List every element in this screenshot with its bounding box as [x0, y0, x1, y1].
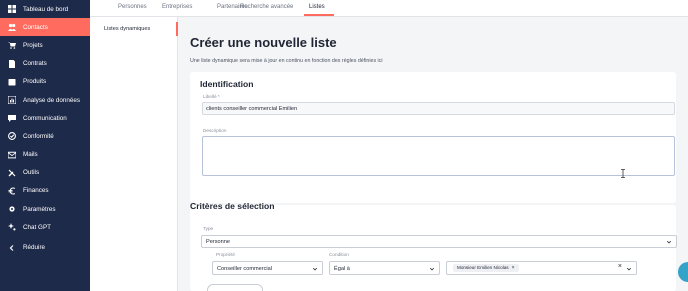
- page-title: Créer une nouvelle liste: [190, 35, 337, 50]
- sidebar-item-parametres[interactable]: Paramètres: [0, 200, 90, 218]
- condition-select-value: Égal à: [334, 265, 350, 272]
- condition-field-label: Condition: [329, 252, 349, 257]
- text-cursor-icon: [621, 169, 625, 178]
- sidebar-item-produits[interactable]: Produits: [0, 73, 90, 91]
- label-input[interactable]: clients conseiller commercial Emilien: [202, 102, 675, 115]
- tab-listes[interactable]: Listes: [309, 4, 325, 10]
- condition-select[interactable]: Égal à: [329, 261, 440, 275]
- value-chip: Monsieur Emilien Nicolas ×: [453, 264, 519, 272]
- identification-card: Identification Libellé * clients conseil…: [190, 72, 676, 203]
- property-field-label: Propriété: [216, 252, 236, 257]
- description-field-label: Description: [203, 128, 227, 133]
- chart-icon: [8, 96, 16, 105]
- tools-icon: [8, 169, 16, 177]
- value-chip-label: Monsieur Emilien Nicolas: [457, 265, 509, 270]
- chevron-down-icon: [626, 266, 632, 272]
- sidebar-item-conformite[interactable]: Conformité: [0, 127, 90, 145]
- sidebar-item-projets[interactable]: Projets: [0, 36, 90, 54]
- dashboard-icon: [8, 5, 16, 14]
- clear-icon[interactable]: ×: [618, 263, 622, 270]
- type-field-label: Type: [203, 226, 214, 231]
- type-select[interactable]: Personne: [201, 235, 677, 248]
- sparkle-icon: [8, 223, 16, 231]
- type-select-value: Personne: [206, 239, 230, 245]
- sidebar-item-label: Analyse de données: [23, 96, 81, 104]
- top-tabs: Personnes Entreprises Partenaires Recher…: [90, 0, 688, 17]
- sidebar-item-contrats[interactable]: Contrats: [0, 55, 90, 73]
- sidebar-item-label: Conformité: [23, 132, 54, 140]
- subnav-item-listes-dynamiques[interactable]: Listes dynamiques: [96, 22, 178, 36]
- chevron-down-icon: [312, 266, 318, 272]
- mail-icon: [8, 151, 16, 159]
- sidebar-item-contacts[interactable]: Contacts: [0, 18, 90, 37]
- sidebar-item-label: Paramètres: [23, 205, 56, 213]
- euro-icon: [8, 187, 16, 195]
- sidebar-item-finances[interactable]: Finances: [0, 182, 90, 200]
- sidebar-item-analyse-de-donnees[interactable]: Analyse de données: [0, 91, 90, 109]
- sidebar-item-label: Chat GPT: [23, 223, 51, 231]
- sidebar-item-outils[interactable]: Outils: [0, 164, 90, 182]
- gear-icon: [8, 205, 16, 213]
- label-field-label: Libellé *: [203, 94, 220, 99]
- sidebar-item-label: Projets: [23, 41, 43, 49]
- value-multiselect[interactable]: Monsieur Emilien Nicolas × ×: [446, 261, 637, 275]
- sidebar-item-communication[interactable]: Communication: [0, 109, 90, 127]
- tab-entreprises[interactable]: Entreprises: [162, 4, 192, 10]
- sidebar: Tableau de bord Contacts Projets Contrats Pr…: [0, 0, 90, 291]
- page-subtitle: Une liste dynamique sera mise à jour en …: [190, 58, 383, 64]
- sidebar-item-label: Finances: [23, 187, 49, 195]
- chevron-left-icon: [8, 244, 16, 252]
- sidebar-item-label: Tableau de bord: [23, 5, 69, 13]
- sidebar-item-tableau-de-bord[interactable]: Tableau de bord: [0, 0, 90, 18]
- sub-navigation: Listes dynamiques: [90, 17, 178, 291]
- package-icon: [8, 78, 16, 86]
- property-select[interactable]: Conseiller commercial: [212, 261, 323, 275]
- tab-personnes[interactable]: Personnes: [118, 4, 147, 10]
- sidebar-item-label: Communication: [23, 114, 67, 122]
- contacts-icon: [8, 23, 16, 32]
- identification-title: Identification: [200, 79, 254, 89]
- criteria-card: Critères de sélection Type Personne Prop…: [190, 201, 677, 291]
- sidebar-item-mails[interactable]: Mails: [0, 146, 90, 164]
- sidebar-item-label: Mails: [23, 151, 38, 159]
- chevron-down-icon: [666, 239, 672, 245]
- sidebar-item-label: Contrats: [23, 60, 47, 68]
- main-content: Créer une nouvelle liste Une liste dynam…: [178, 17, 688, 291]
- description-textarea[interactable]: [202, 136, 675, 176]
- document-icon: [8, 59, 16, 68]
- check-circle-icon: [8, 132, 16, 141]
- sidebar-list: Tableau de bord Contacts Projets Contrats Pr…: [0, 0, 90, 257]
- add-rule-button[interactable]: [207, 284, 263, 291]
- tab-recherche-avancee[interactable]: Recherche avancée: [240, 4, 293, 10]
- property-select-value: Conseiller commercial: [217, 265, 273, 272]
- sidebar-item-label: Outils: [23, 169, 40, 177]
- chip-remove-icon[interactable]: ×: [512, 265, 515, 271]
- cart-icon: [8, 41, 16, 50]
- sidebar-item-chat-gpt[interactable]: Chat GPT: [0, 218, 90, 236]
- chevron-down-icon: [429, 266, 435, 272]
- sidebar-item-label: Contacts: [23, 23, 48, 31]
- criteria-title: Critères de sélection: [190, 201, 275, 211]
- sidebar-item-label: Produits: [23, 78, 47, 86]
- message-icon: [8, 114, 16, 123]
- sidebar-item-label: Réduire: [23, 244, 46, 252]
- active-tab-indicator: [304, 14, 334, 16]
- sidebar-item-reduire[interactable]: Réduire: [0, 238, 90, 256]
